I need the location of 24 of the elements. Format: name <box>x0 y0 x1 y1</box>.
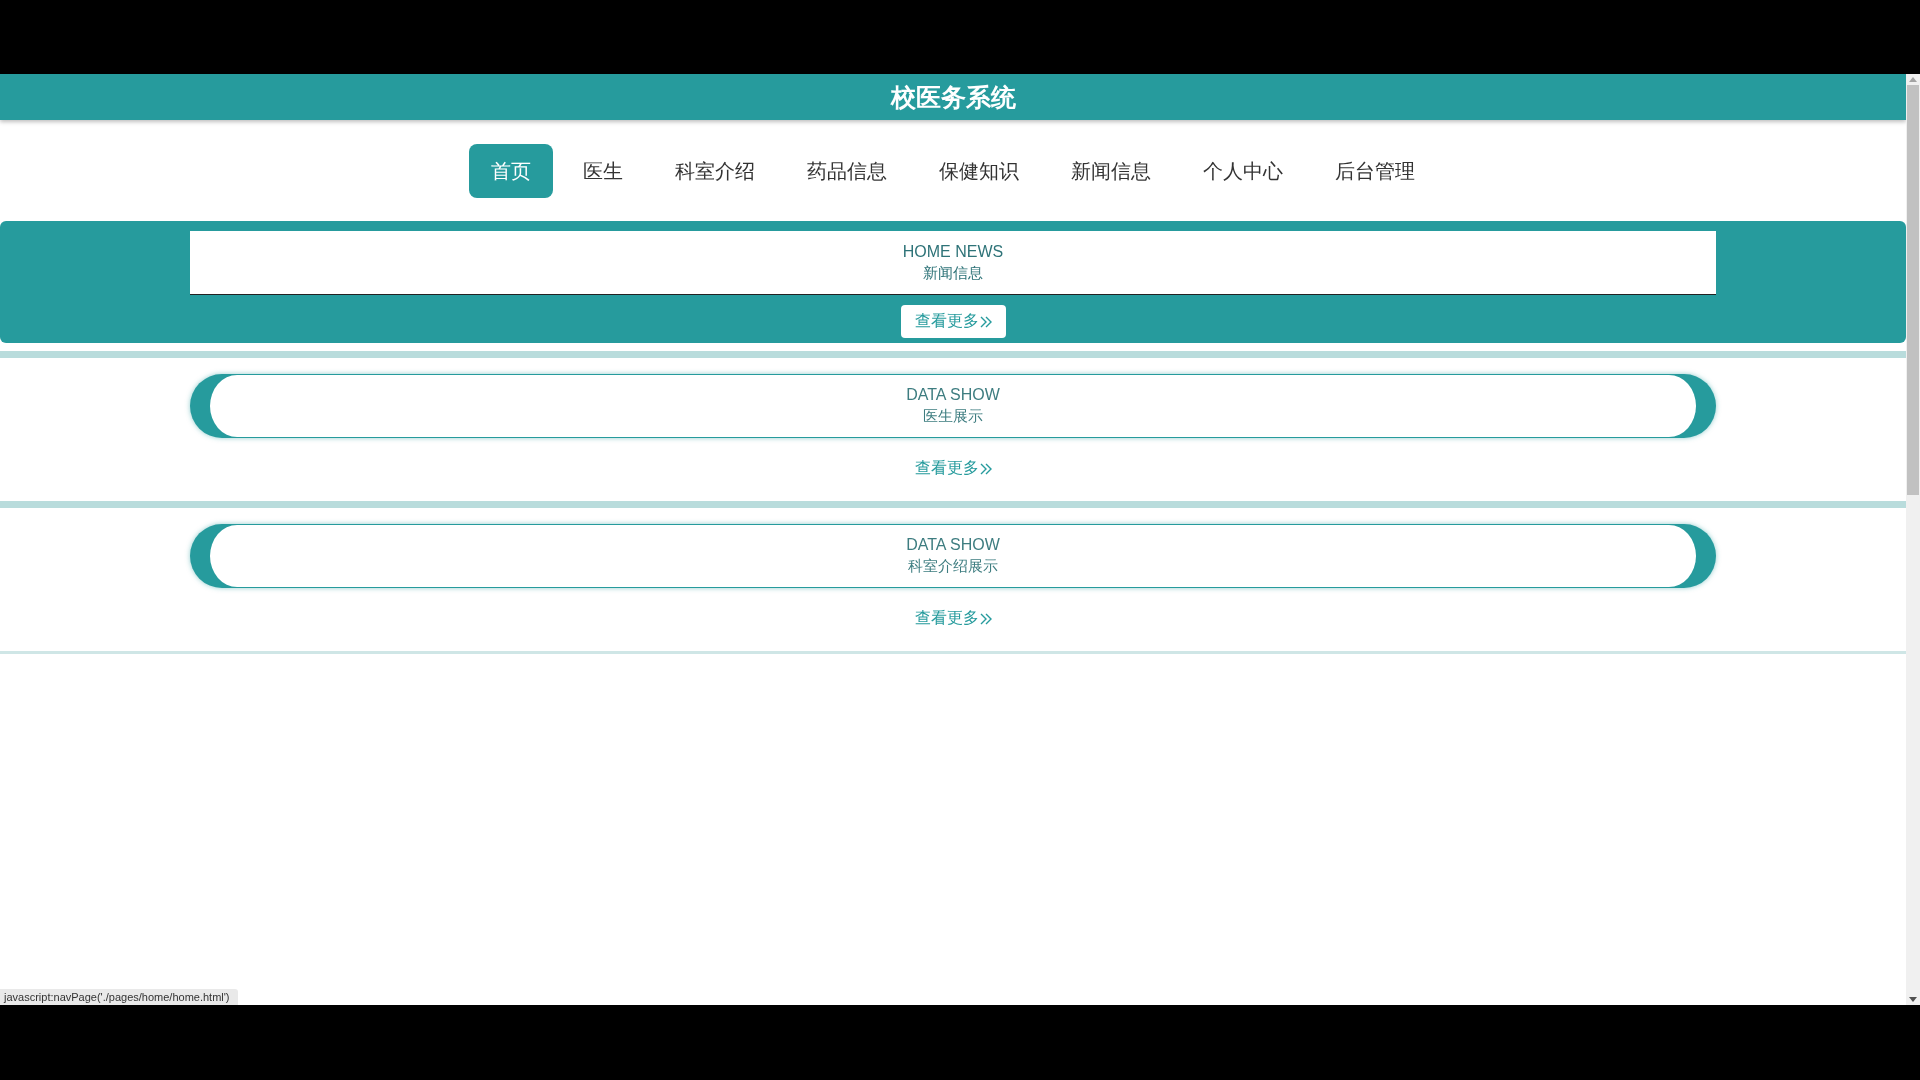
nav-tab[interactable]: 新闻信息 <box>1049 144 1173 198</box>
double-chevron-icon <box>979 315 992 328</box>
scroll-down-icon[interactable] <box>1909 997 1917 1002</box>
nav-tab[interactable]: 药品信息 <box>785 144 909 198</box>
nav-tab[interactable]: 科室介绍 <box>653 144 777 198</box>
section-title: 新闻信息 <box>923 263 983 283</box>
nav-tab[interactable]: 医生 <box>561 144 645 198</box>
status-url: javascript:navPage('./pages/home/home.html') <box>0 989 238 1005</box>
site-title: 校医务系统 <box>890 81 1016 113</box>
section-subtitle: DATA SHOW <box>906 386 1000 404</box>
section-subtitle: DATA SHOW <box>906 536 1000 554</box>
double-chevron-icon <box>979 612 992 625</box>
section-subtitle: HOME NEWS <box>902 242 1004 261</box>
section-title: 医生展示 <box>923 407 983 426</box>
view-more-button[interactable]: 查看更多 <box>900 305 1006 338</box>
nav-tab[interactable]: 后台管理 <box>1313 144 1437 198</box>
nav-tab[interactable]: 保健知识 <box>917 144 1041 198</box>
double-chevron-icon <box>979 462 992 475</box>
scrollbar-thumb[interactable] <box>1907 85 1919 495</box>
section-title: 科室介绍展示 <box>908 557 998 576</box>
scroll-up-icon[interactable] <box>1909 77 1917 82</box>
nav-tab[interactable]: 个人中心 <box>1181 144 1305 198</box>
view-more-link[interactable]: 查看更多 <box>914 608 992 629</box>
view-more-link[interactable]: 查看更多 <box>914 458 992 479</box>
